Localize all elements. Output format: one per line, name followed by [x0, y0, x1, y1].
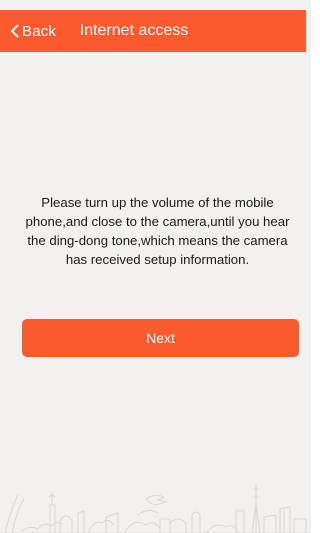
instruction-text: Please turn up the volume of the mobile …: [25, 195, 290, 267]
screen: Back Internet access Please turn up the …: [0, 0, 311, 533]
next-button[interactable]: Next: [22, 319, 299, 357]
city-skyline-illustration: [0, 484, 311, 533]
title-bar: Back Internet access: [0, 10, 306, 52]
page-title: Internet access: [79, 22, 189, 39]
